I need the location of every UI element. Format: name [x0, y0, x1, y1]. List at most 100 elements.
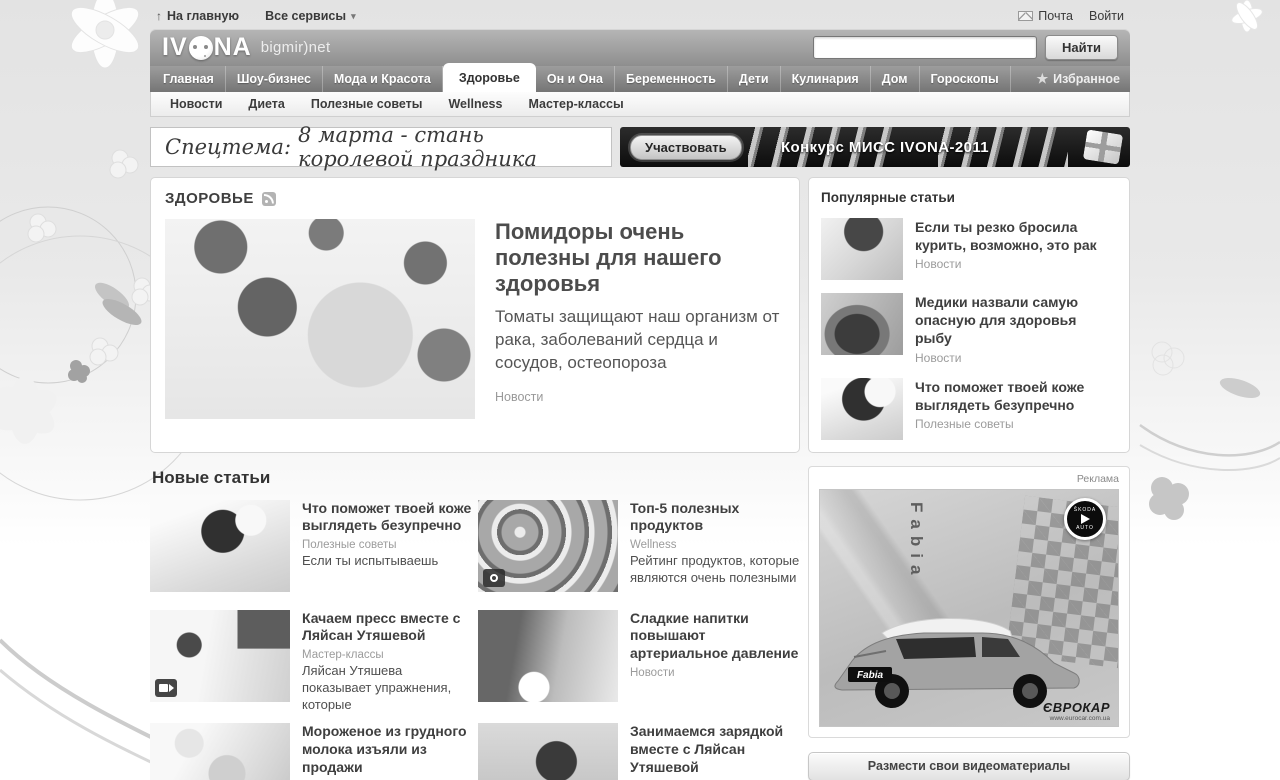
new-articles-heading: Новые статьи — [152, 468, 800, 488]
tab-moda-i-krasota[interactable]: Мода и Красота — [323, 66, 443, 92]
tab-on-i-ona[interactable]: Он и Она — [536, 66, 615, 92]
article-category[interactable]: Мастер-классы — [302, 649, 472, 661]
featured-article-photo[interactable] — [165, 219, 475, 419]
tab-kulinariya[interactable]: Кулинария — [781, 66, 871, 92]
all-services-menu[interactable]: Все сервисы ▾ — [265, 9, 355, 23]
article-list-item[interactable]: Качаем пресс вместе с Ляйсан Утяшевой Ма… — [150, 610, 472, 714]
home-link-label: На главную — [167, 9, 239, 23]
article-list-item[interactable]: Мороженое из грудного молока изъяли из п… — [150, 723, 472, 780]
up-arrow-icon: ↑ — [156, 9, 162, 23]
popular-article-title[interactable]: Медики назвали самую опасную для здоровь… — [915, 293, 1117, 348]
sub-navigation: Новости Диета Полезные советы Wellness М… — [150, 92, 1130, 117]
all-services-label: Все сервисы — [265, 9, 346, 23]
article-title[interactable]: Что поможет твоей коже выглядеть безупре… — [302, 500, 472, 536]
popular-article-thumbnail[interactable] — [821, 218, 903, 280]
article-list-item[interactable]: Топ-5 полезных продуктов Wellness Рейтин… — [478, 500, 800, 600]
advertisement-card: Реклама Fabia ŠKODA AUTO — [808, 466, 1130, 738]
skoda-arrow-icon — [1081, 514, 1090, 524]
top-utility-bar: ↑ На главную Все сервисы ▾ Почта Войти — [150, 0, 1130, 29]
chevron-down-icon: ▾ — [351, 11, 356, 22]
site-header: IV NA bigmir)net Найти — [150, 29, 1130, 66]
popular-articles-card: Популярные статьи Если ты резко бросила … — [808, 177, 1130, 453]
login-link-label: Войти — [1089, 9, 1124, 23]
contest-participate-button[interactable]: Участвовать — [630, 135, 742, 160]
health-section-card: ЗДОРОВЬЕ Помидоры очень полезны для наше… — [150, 177, 800, 453]
dealer-url: www.eurocar.com.ua — [1043, 715, 1110, 722]
car-ad-banner[interactable]: Fabia ŠKODA AUTO — [819, 489, 1119, 727]
featured-article-title[interactable]: Помидоры очень полезны для нашего здоров… — [495, 219, 785, 297]
tab-glavnaya[interactable]: Главная — [152, 66, 226, 92]
popular-article-thumbnail[interactable] — [821, 293, 903, 355]
article-thumbnail[interactable] — [478, 610, 618, 702]
ad-label: Реклама — [819, 473, 1119, 485]
article-thumbnail[interactable] — [150, 610, 290, 702]
camera-icon — [483, 569, 505, 587]
tab-goroskopy[interactable]: Гороскопы — [920, 66, 1011, 92]
article-title[interactable]: Топ-5 полезных продуктов — [630, 500, 800, 536]
article-thumbnail[interactable] — [150, 500, 290, 592]
article-list-item[interactable]: Сладкие напитки повышают артериальное да… — [478, 610, 800, 714]
article-thumbnail[interactable] — [150, 723, 290, 780]
popular-article-item[interactable]: Что поможет твоей коже выглядеть безупре… — [821, 378, 1117, 440]
tab-shou-biznes[interactable]: Шоу-бизнес — [226, 66, 323, 92]
article-thumbnail[interactable] — [478, 500, 618, 592]
home-link[interactable]: ↑ На главную — [156, 9, 239, 23]
popular-article-thumbnail[interactable] — [821, 378, 903, 440]
popular-article-title[interactable]: Если ты резко бросила курить, возможно, … — [915, 218, 1117, 254]
upload-video-button[interactable]: Размести свои видеоматериалы — [808, 752, 1130, 780]
tab-zdorovye-active[interactable]: Здоровье — [443, 63, 536, 92]
article-category[interactable]: Полезные советы — [302, 539, 472, 551]
right-column: Реклама Fabia ŠKODA AUTO — [808, 466, 1130, 780]
tab-beremennost[interactable]: Беременность — [615, 66, 728, 92]
popular-article-title[interactable]: Что поможет твоей коже выглядеть безупре… — [915, 378, 1117, 414]
subnav-dieta[interactable]: Диета — [235, 97, 297, 111]
popular-article-category[interactable]: Новости — [915, 351, 1117, 365]
spec-theme-link[interactable]: Спецтема: 8 марта - стань королевой праз… — [150, 127, 612, 167]
article-title[interactable]: Занимаемся зарядкой вместе с Ляйсан Утяш… — [630, 723, 800, 777]
article-list-item[interactable]: Что поможет твоей коже выглядеть безупре… — [150, 500, 472, 600]
popular-article-category[interactable]: Новости — [915, 257, 1117, 271]
article-snippet: Рейтинг продуктов, которые являются очен… — [630, 553, 800, 586]
subnav-poleznye-sovety[interactable]: Полезные советы — [298, 97, 436, 111]
dealer-name: ЄВРОКАР — [1043, 700, 1110, 715]
login-link[interactable]: Войти — [1089, 9, 1124, 23]
article-title[interactable]: Сладкие напитки повышают артериальное да… — [630, 610, 800, 664]
mail-link[interactable]: Почта — [1018, 9, 1073, 23]
subnav-master-klassy[interactable]: Мастер-классы — [515, 97, 636, 111]
search-bar: Найти — [813, 35, 1118, 60]
lower-content-row: Новые статьи Что поможет твоей коже выгл… — [150, 466, 1130, 780]
site-logo[interactable]: IV NA bigmir)net — [162, 33, 330, 62]
subnav-novosti[interactable]: Новости — [157, 97, 235, 111]
logo-suffix: bigmir)net — [261, 39, 331, 56]
popular-articles-heading: Популярные статьи — [821, 190, 1117, 205]
subnav-wellness[interactable]: Wellness — [435, 97, 515, 111]
popular-article-item[interactable]: Медики назвали самую опасную для здоровь… — [821, 293, 1117, 365]
featured-article-category[interactable]: Новости — [495, 390, 785, 404]
article-thumbnail[interactable] — [478, 723, 618, 780]
skoda-logo-badge: ŠKODA AUTO — [1064, 498, 1106, 540]
featured-article-excerpt: Томаты защищают наш организм от рака, за… — [495, 306, 785, 375]
mail-icon — [1018, 11, 1033, 21]
article-category[interactable]: Новости — [630, 667, 800, 679]
page-container: ↑ На главную Все сервисы ▾ Почта Войти I… — [150, 0, 1130, 780]
favorites-link[interactable]: ★ Избранное — [1028, 66, 1128, 92]
tab-deti[interactable]: Дети — [728, 66, 781, 92]
contest-banner[interactable]: Участвовать Конкурс МИСС IVONA-2011 — [620, 127, 1130, 167]
rss-icon[interactable] — [262, 192, 276, 206]
health-section-heading: ЗДОРОВЬЕ — [165, 190, 254, 207]
article-title[interactable]: Качаем пресс вместе с Ляйсан Утяшевой — [302, 610, 472, 646]
badge-brand-bottom: AUTO — [1076, 525, 1094, 531]
logo-text-left: IV — [162, 33, 188, 62]
search-input[interactable] — [813, 36, 1037, 59]
tab-dom[interactable]: Дом — [871, 66, 920, 92]
spec-theme-prefix: Спецтема: — [165, 135, 291, 159]
main-content-row: ЗДОРОВЬЕ Помидоры очень полезны для наше… — [150, 177, 1130, 453]
gift-icon — [1083, 129, 1123, 164]
article-title[interactable]: Мороженое из грудного молока изъяли из п… — [302, 723, 472, 777]
ad-model-name-vertical: Fabia — [906, 502, 926, 581]
article-category[interactable]: Wellness — [630, 539, 800, 551]
search-button[interactable]: Найти — [1045, 35, 1118, 60]
article-list-item[interactable]: Занимаемся зарядкой вместе с Ляйсан Утяш… — [478, 723, 800, 780]
popular-article-category[interactable]: Полезные советы — [915, 417, 1117, 431]
popular-article-item[interactable]: Если ты резко бросила курить, возможно, … — [821, 218, 1117, 280]
